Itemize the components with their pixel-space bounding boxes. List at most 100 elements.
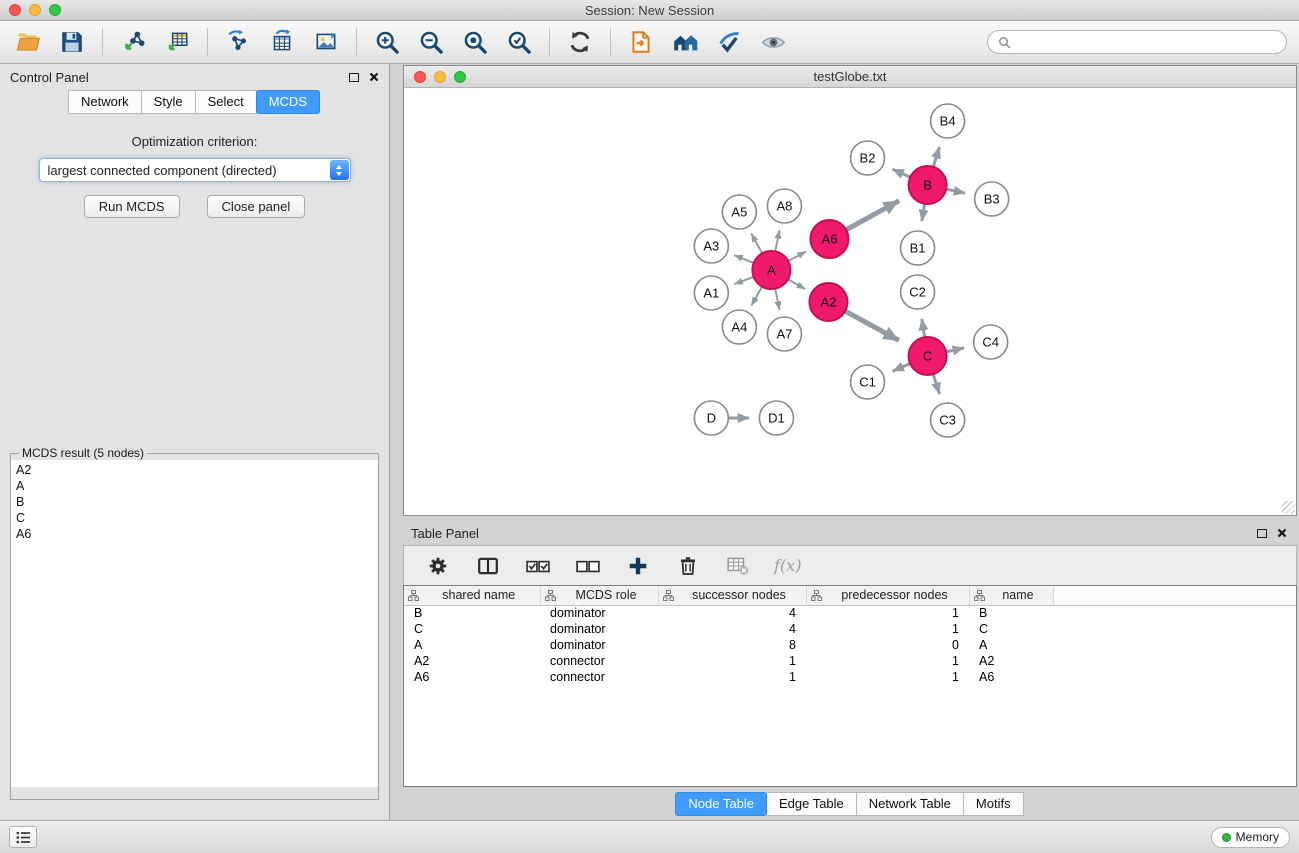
table-cell[interactable]: A2 (969, 653, 1053, 669)
zoom-selected-button[interactable] (501, 25, 537, 59)
table-cell[interactable]: 4 (658, 605, 806, 621)
table-cell[interactable]: dominator (540, 637, 658, 653)
table-cell[interactable]: 1 (806, 669, 969, 685)
deselect-all-rows-button[interactable] (570, 549, 606, 583)
tab-motifs[interactable]: Motifs (963, 792, 1024, 816)
network-canvas[interactable]: B4B2B3B1A5A8A3A1A4A7C2C4C1C3DD1BA6AA2C (404, 88, 1296, 515)
float-table-panel-icon[interactable] (1257, 529, 1267, 538)
tab-style[interactable]: Style (141, 90, 196, 114)
tab-network[interactable]: Network (68, 90, 142, 114)
table-row[interactable]: Cdominator41C (404, 621, 1296, 637)
minimize-window-button[interactable] (29, 4, 41, 16)
graph-node-C1[interactable]: C1 (851, 365, 885, 399)
network-close-button[interactable] (414, 71, 426, 83)
column-header-successor-nodes[interactable]: successor nodes (658, 586, 806, 605)
graph-node-A4[interactable]: A4 (722, 310, 756, 344)
new-table-view-button[interactable] (264, 25, 300, 59)
network-maximize-button[interactable] (454, 71, 466, 83)
table-cell[interactable]: 0 (806, 637, 969, 653)
mcds-result-item[interactable]: A2 (16, 462, 373, 478)
graph-node-C[interactable]: C (909, 337, 947, 375)
apply-style-button[interactable] (711, 25, 747, 59)
table-cell[interactable]: C (404, 621, 540, 637)
show-home-networks-button[interactable] (667, 25, 703, 59)
graph-node-B3[interactable]: B3 (975, 182, 1009, 216)
table-row[interactable]: A6connector11A6 (404, 669, 1296, 685)
table-cell[interactable]: C (969, 621, 1053, 637)
table-cell[interactable]: connector (540, 669, 658, 685)
table-cell[interactable]: A6 (404, 669, 540, 685)
tab-mcds[interactable]: MCDS (256, 90, 320, 114)
delete-rows-button[interactable] (670, 549, 706, 583)
table-cell[interactable]: 1 (806, 605, 969, 621)
graph-node-A1[interactable]: A1 (694, 276, 728, 310)
column-header-shared-name[interactable]: shared name (404, 586, 540, 605)
close-table-panel-icon[interactable] (1277, 528, 1287, 538)
table-cell[interactable]: 8 (658, 637, 806, 653)
column-header-name[interactable]: name (969, 586, 1053, 605)
graph-node-B2[interactable]: B2 (851, 141, 885, 175)
table-cell[interactable]: connector (540, 653, 658, 669)
graph-node-B[interactable]: B (909, 166, 947, 204)
search-input[interactable] (1017, 35, 1276, 50)
expand-neighbors-button[interactable] (623, 25, 659, 59)
close-window-button[interactable] (9, 4, 21, 16)
zoom-fit-button[interactable] (457, 25, 493, 59)
table-settings-button[interactable] (420, 549, 456, 583)
run-mcds-button[interactable]: Run MCDS (84, 195, 180, 218)
table-cell[interactable]: A (969, 637, 1053, 653)
function-builder-button[interactable]: f(x) (774, 556, 801, 575)
table-cell[interactable]: 1 (658, 669, 806, 685)
mcds-result-item[interactable]: A6 (16, 526, 373, 542)
table-cell[interactable]: B (404, 605, 540, 621)
float-panel-icon[interactable] (349, 73, 359, 82)
mcds-result-item[interactable]: C (16, 510, 373, 526)
table-row[interactable]: Bdominator41B (404, 605, 1296, 621)
close-panel-icon[interactable] (369, 72, 379, 82)
export-image-button[interactable] (308, 25, 344, 59)
memory-button[interactable]: Memory (1211, 827, 1290, 848)
graph-node-D[interactable]: D (694, 401, 728, 435)
import-table-button[interactable] (159, 25, 195, 59)
zoom-out-button[interactable] (413, 25, 449, 59)
graph-node-A[interactable]: A (752, 251, 790, 289)
column-header-predecessor-nodes[interactable]: predecessor nodes (806, 586, 969, 605)
table-cell[interactable]: 4 (658, 621, 806, 637)
table-cell[interactable]: 1 (658, 653, 806, 669)
tab-network-table[interactable]: Network Table (856, 792, 964, 816)
save-session-button[interactable] (54, 25, 90, 59)
network-minimize-button[interactable] (434, 71, 446, 83)
graph-node-A7[interactable]: A7 (767, 317, 801, 351)
table-row[interactable]: Adominator80A (404, 637, 1296, 653)
criterion-dropdown[interactable]: largest connected component (directed) (39, 158, 351, 182)
open-file-button[interactable] (10, 25, 46, 59)
zoom-in-button[interactable] (369, 25, 405, 59)
table-cell[interactable]: A2 (404, 653, 540, 669)
graph-node-A6[interactable]: A6 (810, 220, 848, 258)
mcds-result-item[interactable]: A (16, 478, 373, 494)
tab-edge-table[interactable]: Edge Table (766, 792, 857, 816)
graph-node-A8[interactable]: A8 (767, 189, 801, 223)
select-all-rows-button[interactable] (520, 549, 556, 583)
table-cell[interactable]: A (404, 637, 540, 653)
graph-node-C2[interactable]: C2 (901, 275, 935, 309)
maximize-window-button[interactable] (49, 4, 61, 16)
new-network-view-button[interactable] (220, 25, 256, 59)
add-row-button[interactable] (620, 549, 656, 583)
import-network-button[interactable] (115, 25, 151, 59)
graph-node-A2[interactable]: A2 (809, 283, 847, 321)
show-hide-button[interactable] (755, 25, 791, 59)
table-cell[interactable]: 1 (806, 653, 969, 669)
graph-node-B1[interactable]: B1 (901, 231, 935, 265)
column-header-MCDS-role[interactable]: MCDS role (540, 586, 658, 605)
close-panel-button[interactable]: Close panel (207, 195, 306, 218)
search-box[interactable] (987, 30, 1287, 54)
graph-node-A3[interactable]: A3 (694, 229, 728, 263)
delete-table-button[interactable] (720, 549, 756, 583)
refresh-view-button[interactable] (562, 25, 598, 59)
resize-grip[interactable] (1282, 501, 1295, 514)
table-cell[interactable]: dominator (540, 605, 658, 621)
graph-node-C3[interactable]: C3 (931, 403, 965, 437)
graph-node-B4[interactable]: B4 (931, 104, 965, 138)
task-history-button[interactable] (9, 826, 37, 848)
